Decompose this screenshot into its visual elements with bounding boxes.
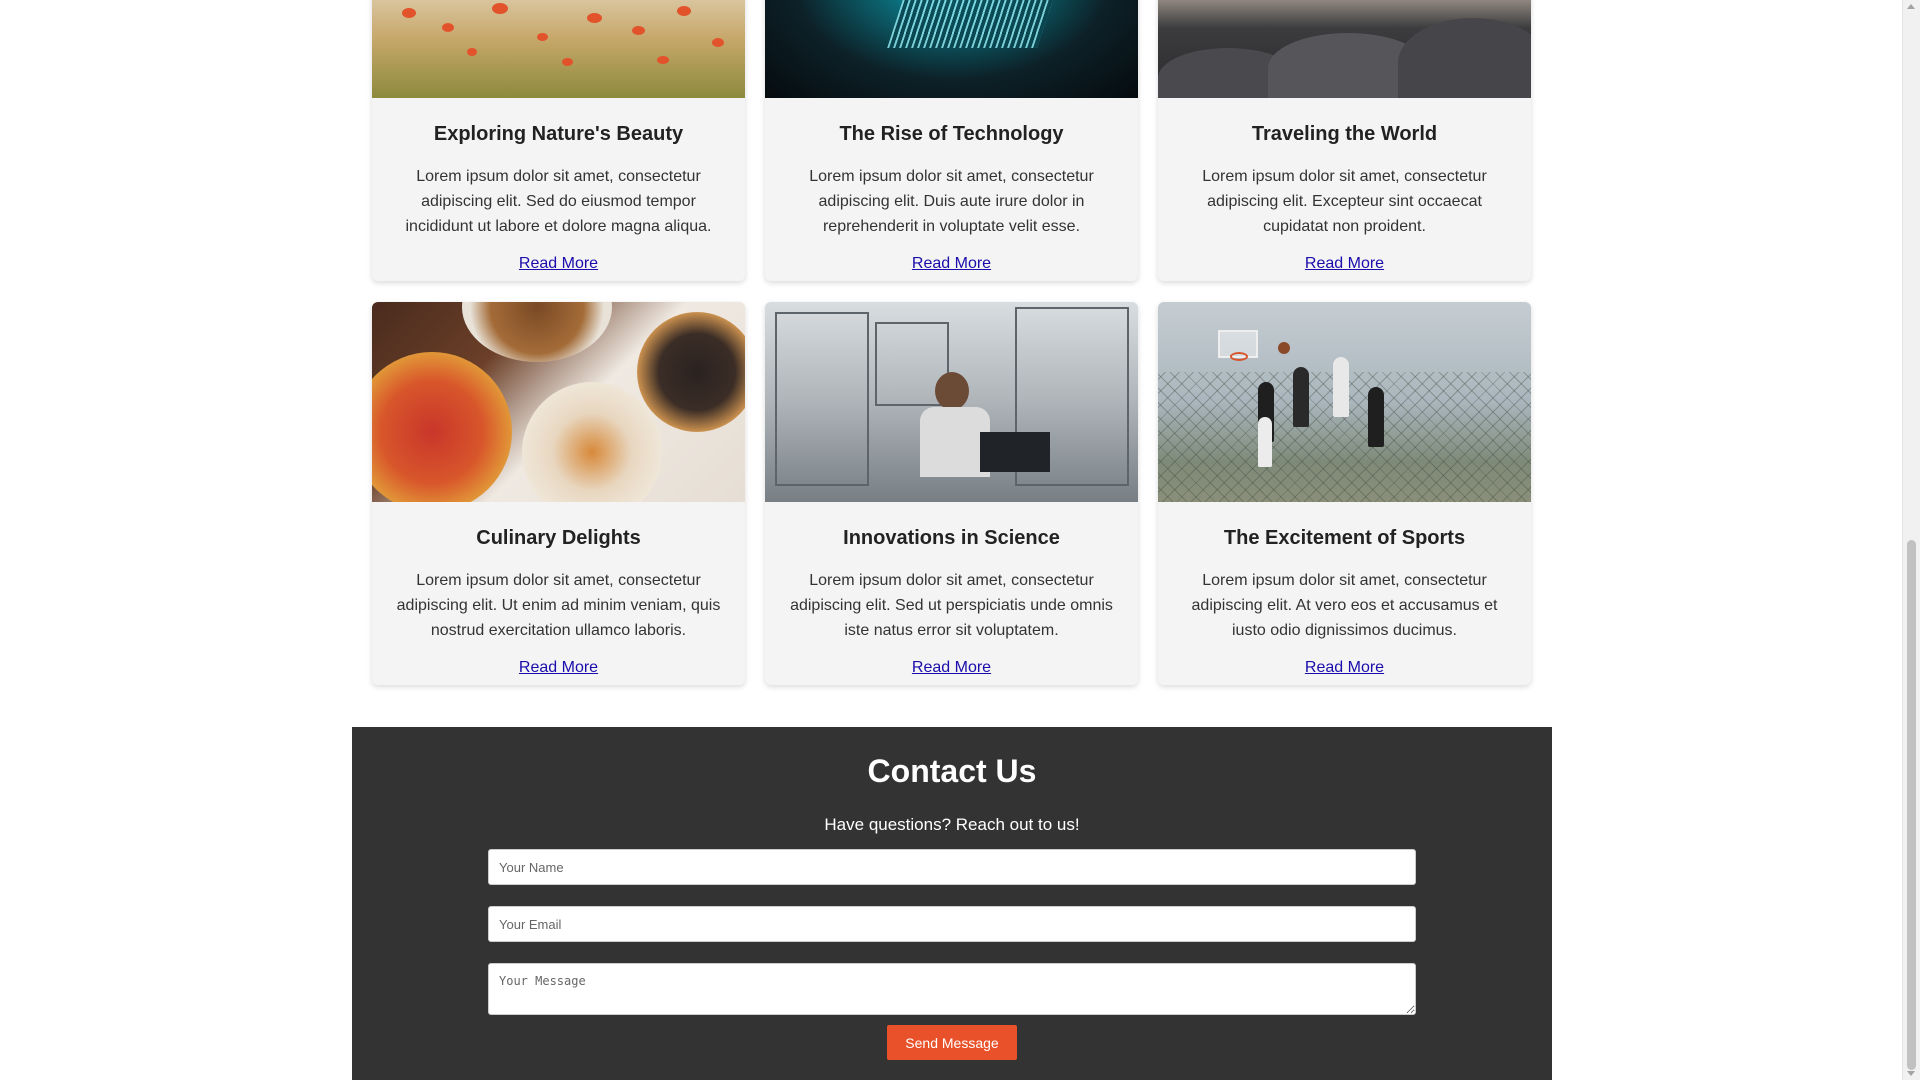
card-title: Culinary Delights <box>476 527 641 549</box>
contact-subtitle: Have questions? Reach out to us! <box>824 815 1080 834</box>
card-text: Lorem ipsum dolor sit amet, consectetur … <box>1191 572 1498 639</box>
article-card: Exploring Nature's Beauty Lorem ipsum do… <box>372 0 745 281</box>
scroll-down-arrow-icon[interactable] <box>1907 1071 1915 1076</box>
card-text: Lorem ipsum dolor sit amet, consectetur … <box>405 168 712 235</box>
read-more-link[interactable]: Read More <box>1305 659 1384 677</box>
card-title: The Rise of Technology <box>839 123 1064 145</box>
poppy-field-photo <box>372 0 745 98</box>
read-more-link[interactable]: Read More <box>519 255 598 273</box>
card-text: Lorem ipsum dolor sit amet, consectetur … <box>1202 168 1487 235</box>
read-more-link[interactable]: Read More <box>1305 255 1384 273</box>
card-text: Lorem ipsum dolor sit amet, consectetur … <box>396 572 721 639</box>
card-text: Lorem ipsum dolor sit amet, consectetur … <box>809 168 1094 235</box>
card-title: Innovations in Science <box>843 527 1060 549</box>
contact-section: Contact Us Have questions? Reach out to … <box>352 727 1552 1080</box>
basketball-photo <box>1158 302 1531 502</box>
send-message-button[interactable]: Send Message <box>887 1025 1017 1060</box>
article-card: Innovations in Science Lorem ipsum dolor… <box>765 302 1138 685</box>
card-title: Traveling the World <box>1251 123 1438 145</box>
article-card: Culinary Delights Lorem ipsum dolor sit … <box>372 302 745 685</box>
read-more-link[interactable]: Read More <box>912 255 991 273</box>
scroll-thumb[interactable] <box>1907 540 1916 1070</box>
read-more-link[interactable]: Read More <box>912 659 991 677</box>
scroll-up-arrow-icon[interactable] <box>1907 4 1915 9</box>
name-input[interactable] <box>488 849 1416 885</box>
article-card: The Excitement of Sports Lorem ipsum dol… <box>1158 302 1531 685</box>
card-text: Lorem ipsum dolor sit amet, consectetur … <box>790 572 1113 639</box>
card-title: The Excitement of Sports <box>1223 527 1466 549</box>
email-input[interactable] <box>488 906 1416 942</box>
coastal-rocks-photo <box>1158 0 1531 98</box>
science-lab-photo <box>765 302 1138 502</box>
microchip-photo <box>765 0 1138 98</box>
page: Exploring Nature's Beauty Lorem ipsum do… <box>0 0 1920 1080</box>
read-more-link[interactable]: Read More <box>519 659 598 677</box>
page-scrollbar[interactable] <box>1902 0 1920 1080</box>
article-card: The Rise of Technology Lorem ipsum dolor… <box>765 0 1138 281</box>
contact-title: Contact Us <box>867 753 1037 789</box>
article-card: Traveling the World Lorem ipsum dolor si… <box>1158 0 1531 281</box>
card-title: Exploring Nature's Beauty <box>433 123 684 145</box>
food-table-photo <box>372 302 745 502</box>
message-textarea[interactable] <box>488 963 1416 1015</box>
